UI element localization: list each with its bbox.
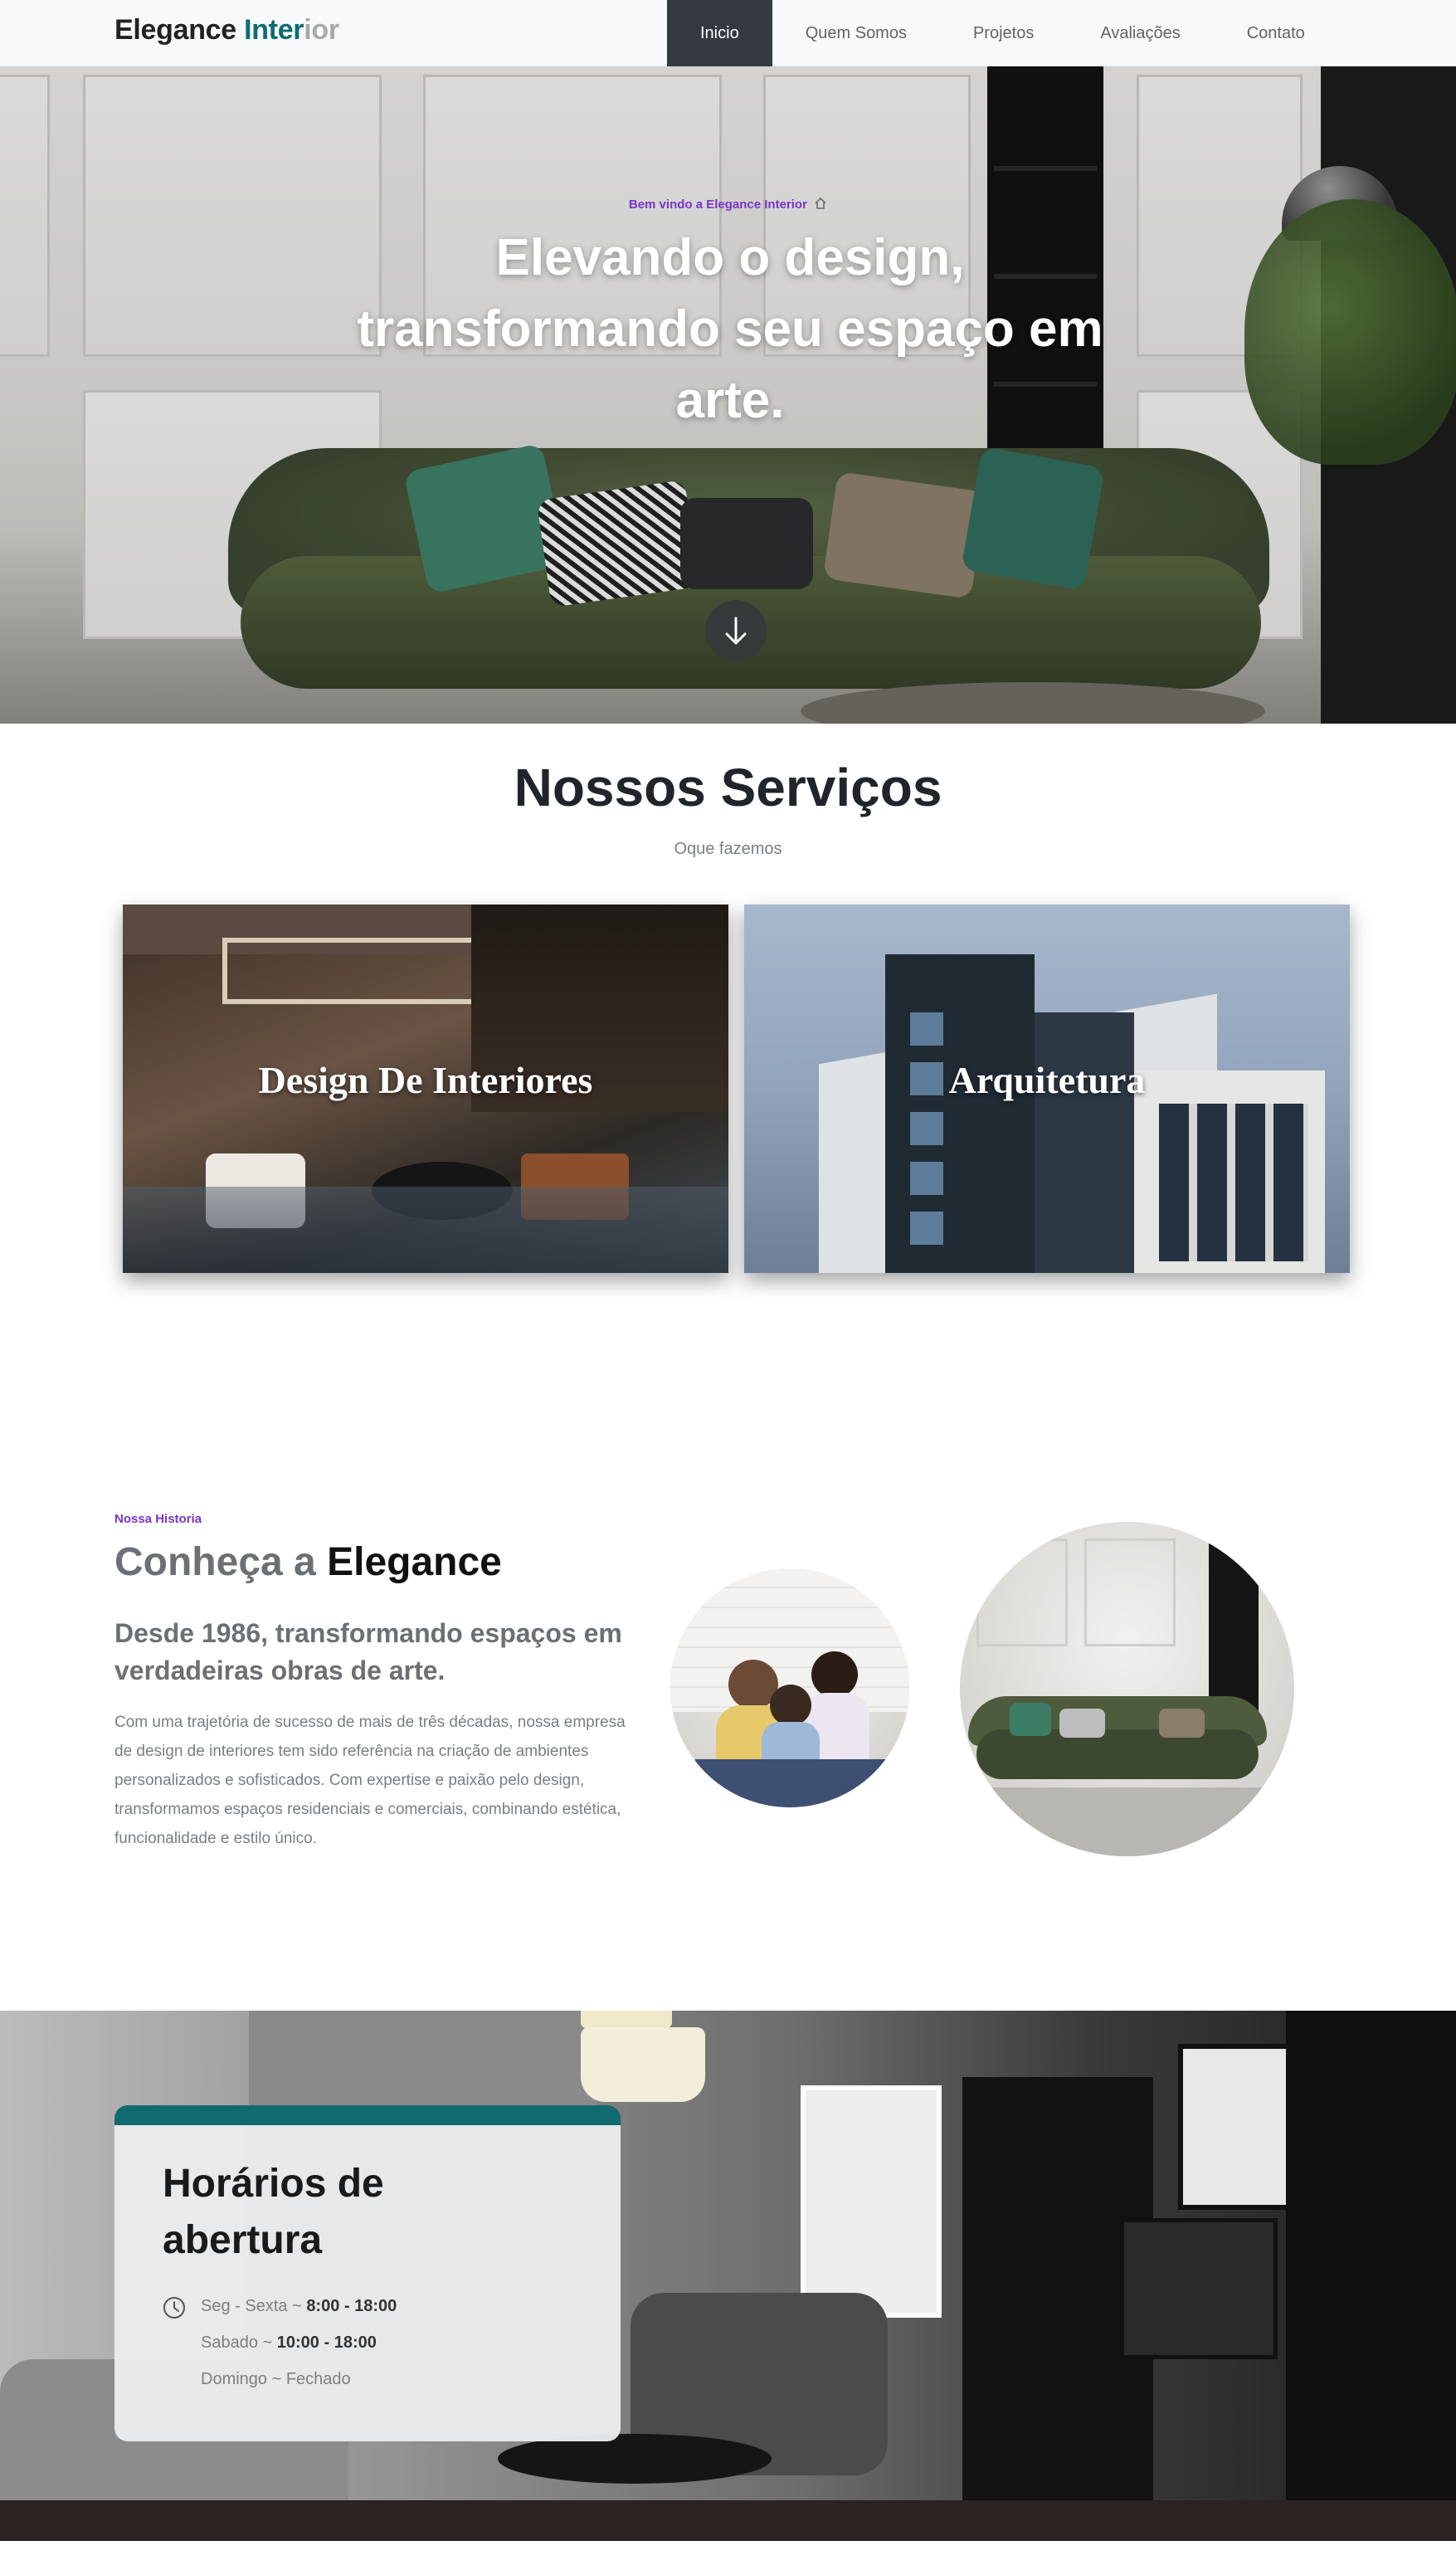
nav-link-contato[interactable]: Contato xyxy=(1214,0,1338,66)
hero-title: Elevando o design, transformando seu esp… xyxy=(357,229,1103,429)
brand-logo-part-1: Elegance xyxy=(114,14,236,46)
about-tag: Nossa Historia xyxy=(114,1512,202,1526)
clock-icon xyxy=(163,2297,185,2319)
family-photo xyxy=(670,1568,909,1807)
hours-day: Domingo ~ Fechado xyxy=(201,2370,351,2388)
hero-tagline-text: Bem vindo a Elegance Interior xyxy=(628,197,807,212)
hours-row-weekdays: Seg - Sexta ~ 8:00 - 18:00 xyxy=(201,2297,397,2316)
living-room-photo xyxy=(960,1522,1294,1856)
hours-row-sunday: Domingo ~ Fechado xyxy=(201,2370,351,2389)
arrow-down-icon xyxy=(725,617,747,645)
about-title-prefix: Conheça a xyxy=(114,1540,316,1584)
navbar: Elegance Interior Inicio Quem Somos Proj… xyxy=(0,0,1456,66)
about-title-highlight: Elegance xyxy=(327,1540,502,1584)
hours-title: Horários de abertura xyxy=(163,2162,384,2262)
brand-logo-part-2: Inter xyxy=(244,14,304,46)
scroll-down-button[interactable] xyxy=(705,600,767,661)
service-card-architecture[interactable]: Arquitetura xyxy=(744,905,1350,1273)
brand-logo-part-3: ior xyxy=(304,14,339,46)
about-text: Com uma trajetória de sucesso de mais de… xyxy=(114,1714,626,1847)
nav-menu: Inicio Quem Somos Projetos Avaliações Co… xyxy=(667,0,1338,66)
service-card-interior-design[interactable]: Design De Interiores xyxy=(123,905,728,1273)
about-title: Conheça a Elegance xyxy=(114,1539,502,1585)
services-subtitle: Oque fazemos xyxy=(674,840,782,858)
hero-tagline: Bem vindo a Elegance Interior xyxy=(0,197,1456,212)
hours-day: Seg - Sexta ~ xyxy=(201,2297,302,2315)
service-card-label: Design De Interiores xyxy=(258,1059,593,1101)
nav-link-projetos[interactable]: Projetos xyxy=(940,0,1067,66)
house-icon xyxy=(815,197,826,209)
services-title: Nossos Serviços xyxy=(514,758,942,817)
brand-logo[interactable]: Elegance Interior xyxy=(114,14,339,46)
nav-link-inicio[interactable]: Inicio xyxy=(667,0,772,66)
about-subtitle: Desde 1986, transformando espaços em ver… xyxy=(114,1618,622,1685)
service-card-label: Arquitetura xyxy=(948,1059,1146,1101)
hours-day: Sabado ~ xyxy=(201,2333,273,2352)
hours-time: 10:00 - 18:00 xyxy=(276,2333,377,2352)
nav-link-quem-somos[interactable]: Quem Somos xyxy=(772,0,940,66)
hours-row-saturday: Sabado ~ 10:00 - 18:00 xyxy=(201,2333,377,2353)
nav-link-avaliacoes[interactable]: Avaliações xyxy=(1067,0,1213,66)
hours-time: 8:00 - 18:00 xyxy=(306,2297,397,2315)
